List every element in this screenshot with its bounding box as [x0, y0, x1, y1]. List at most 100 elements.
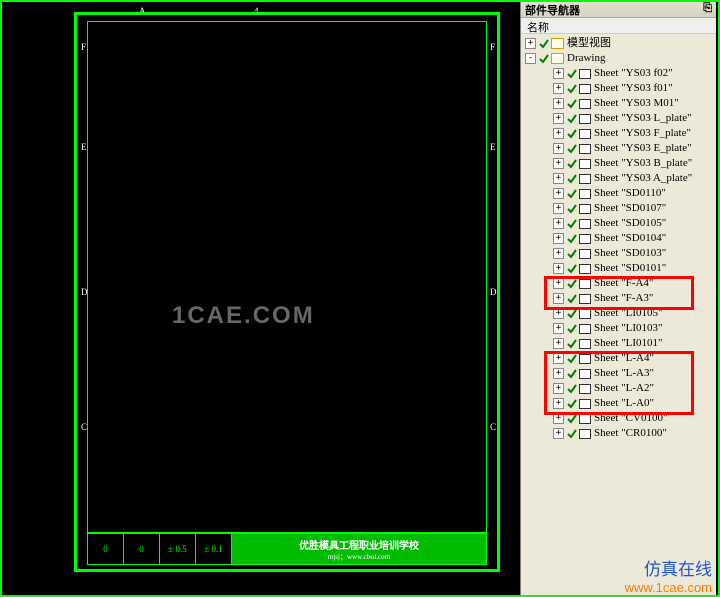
check-icon[interactable] — [567, 324, 577, 334]
expander-icon[interactable]: + — [553, 143, 564, 154]
tree-sheet-item[interactable]: +Sheet "LI0105" — [523, 306, 714, 321]
expander-icon[interactable]: + — [553, 188, 564, 199]
check-icon[interactable] — [567, 114, 577, 124]
expander-icon[interactable]: + — [553, 428, 564, 439]
tree-sheet-item[interactable]: +Sheet "L-A3" — [523, 366, 714, 381]
tree-sheet-item[interactable]: +Sheet "SD0104" — [523, 231, 714, 246]
expander-icon[interactable]: + — [553, 323, 564, 334]
sheet-label: Sheet "LI0103" — [594, 321, 663, 336]
expander-icon[interactable]: + — [553, 413, 564, 424]
expander-icon[interactable]: + — [553, 278, 564, 289]
expander-icon[interactable]: + — [553, 203, 564, 214]
pin-icon[interactable]: ⎘ — [703, 2, 712, 15]
tree-sheet-item[interactable]: + Sheet "LI0103" — [523, 321, 714, 336]
check-icon[interactable] — [567, 219, 577, 229]
check-icon[interactable] — [539, 54, 549, 64]
tree-sheet-item[interactable]: + Sheet "SD0101" — [523, 261, 714, 276]
expander-icon[interactable]: + — [553, 293, 564, 304]
tree-sheet-item[interactable]: +Sheet "YS03 E_plate" — [523, 141, 714, 156]
tree-sheet-item[interactable]: +Sheet "L-A0" — [523, 396, 714, 411]
expander-icon[interactable]: + — [553, 218, 564, 229]
check-icon[interactable] — [567, 309, 577, 319]
check-icon[interactable] — [567, 144, 577, 154]
tree-sheet-item[interactable]: +Sheet "YS03 A_plate" — [523, 171, 714, 186]
tree-sheet-item[interactable]: +Sheet "YS03 B_plate" — [523, 156, 714, 171]
tree-sheet-item[interactable]: +Sheet "YS03 M01" — [523, 96, 714, 111]
expander-icon[interactable]: + — [553, 158, 564, 169]
tree-drawing[interactable]: - Drawing — [523, 51, 714, 66]
check-icon[interactable] — [567, 264, 577, 274]
check-icon[interactable] — [567, 189, 577, 199]
tree-sheet-item[interactable]: +Sheet "L-A2" — [523, 381, 714, 396]
expander-icon[interactable]: + — [553, 68, 564, 79]
expander-icon[interactable]: + — [553, 353, 564, 364]
check-icon[interactable] — [567, 69, 577, 79]
expander-icon[interactable]: + — [553, 338, 564, 349]
check-icon[interactable] — [567, 99, 577, 109]
sheet-icon — [579, 189, 591, 199]
ruler-right: F E D C — [490, 12, 500, 572]
navigator-tree[interactable]: + 模型视图 - Drawing +Sheet "YS03 f02"+Sheet… — [521, 34, 716, 443]
sheet-icon — [579, 129, 591, 139]
sheet-icon — [579, 339, 591, 349]
tree-sheet-item[interactable]: +Sheet "CV0100" — [523, 411, 714, 426]
check-icon[interactable] — [567, 249, 577, 259]
check-icon[interactable] — [567, 234, 577, 244]
footer-brand: 仿真在线 www.1cae.com — [625, 555, 712, 595]
expander-icon[interactable]: + — [553, 263, 564, 274]
tree-sheet-item[interactable]: +Sheet "YS03 F_plate" — [523, 126, 714, 141]
expander-icon[interactable]: + — [553, 248, 564, 259]
sheet-label: Sheet "SD0101" — [594, 261, 666, 276]
check-icon[interactable] — [567, 204, 577, 214]
check-icon[interactable] — [567, 174, 577, 184]
check-icon[interactable] — [567, 384, 577, 394]
tree-sheet-item[interactable]: +Sheet "SD0105" — [523, 216, 714, 231]
check-icon[interactable] — [567, 279, 577, 289]
tree-root[interactable]: + 模型视图 — [523, 36, 714, 51]
tree-sheet-item[interactable]: +Sheet "SD0103" — [523, 246, 714, 261]
expander-icon[interactable]: - — [525, 53, 536, 64]
tree-sheet-item[interactable]: +Sheet "SD0107" — [523, 201, 714, 216]
expander-icon[interactable]: + — [553, 98, 564, 109]
expander-icon[interactable]: + — [553, 308, 564, 319]
expander-icon[interactable]: + — [525, 38, 536, 49]
tree-sheet-item[interactable]: +Sheet "L-A4" — [523, 351, 714, 366]
check-icon[interactable] — [539, 39, 549, 49]
check-icon[interactable] — [567, 129, 577, 139]
tree-sheet-item[interactable]: +Sheet "YS03 L_plate" — [523, 111, 714, 126]
tree-sheet-item[interactable]: +Sheet "LI0101" — [523, 336, 714, 351]
check-icon[interactable] — [567, 84, 577, 94]
expander-icon[interactable]: + — [553, 113, 564, 124]
expander-icon[interactable]: + — [553, 173, 564, 184]
check-icon[interactable] — [567, 399, 577, 409]
part-navigator-panel: 部件导航器 ⎘ 名称 + 模型视图 - Drawing +Sheet "YS03… — [520, 0, 716, 597]
expander-icon[interactable]: + — [553, 383, 564, 394]
expander-icon[interactable]: + — [553, 83, 564, 94]
check-icon[interactable] — [567, 159, 577, 169]
check-icon[interactable] — [567, 294, 577, 304]
tree-sheet-item[interactable]: +Sheet "F-A4" — [523, 276, 714, 291]
sheet-icon — [579, 144, 591, 154]
sheet-label: Sheet "CR0100" — [594, 426, 667, 441]
tree-sheet-item[interactable]: + Sheet "CR0100" — [523, 426, 714, 441]
expander-icon[interactable]: + — [553, 233, 564, 244]
check-icon[interactable] — [567, 339, 577, 349]
tree-sheet-item[interactable]: +Sheet "F-A3" — [523, 291, 714, 306]
sheet-icon — [579, 204, 591, 214]
tree-sheet-item[interactable]: +Sheet "YS03 f02" — [523, 66, 714, 81]
drawing-frame — [87, 21, 487, 533]
column-header[interactable]: 名称 — [521, 18, 716, 34]
check-icon[interactable] — [567, 414, 577, 424]
drawing-canvas[interactable]: A 4 0 0 ± 0.5 ± 0.1 优胜模具工程职业培训学校 mjsj；ww… — [2, 2, 520, 595]
sheet-icon — [579, 279, 591, 289]
expander-icon[interactable]: + — [553, 368, 564, 379]
expander-icon[interactable]: + — [553, 398, 564, 409]
sheet-icon — [579, 249, 591, 259]
model-view-icon — [551, 38, 564, 49]
check-icon[interactable] — [567, 429, 577, 439]
tree-sheet-item[interactable]: +Sheet "SD0110" — [523, 186, 714, 201]
check-icon[interactable] — [567, 354, 577, 364]
tree-sheet-item[interactable]: +Sheet "YS03 f01" — [523, 81, 714, 96]
expander-icon[interactable]: + — [553, 128, 564, 139]
check-icon[interactable] — [567, 369, 577, 379]
